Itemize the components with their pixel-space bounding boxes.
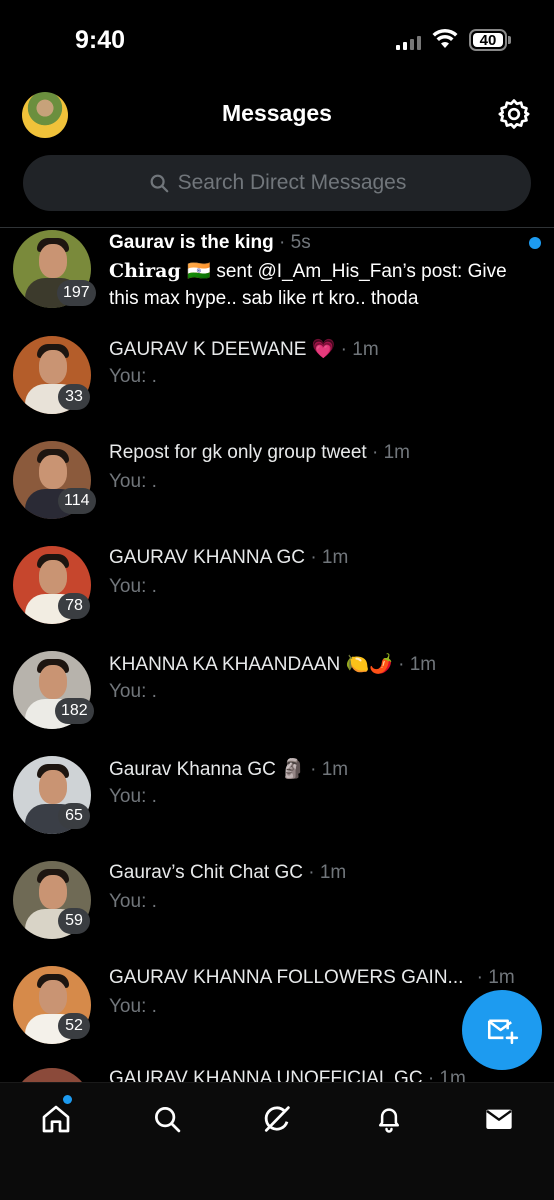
- member-count-badge: 65: [58, 803, 90, 829]
- conversation-name: Gaurav is the king: [109, 232, 274, 253]
- conversation-time: · 1m: [427, 1068, 466, 1082]
- avatar-face: [39, 350, 67, 384]
- cellular-signal-icon: [396, 34, 421, 50]
- nav-home[interactable]: [38, 1101, 74, 1137]
- conversation-name: Repost for gk only group tweet: [109, 442, 367, 463]
- conversation-time: · 1m: [340, 339, 379, 360]
- conversation-title: Gaurav’s Chit Chat GC · 1m: [109, 862, 346, 884]
- member-count-badge: 182: [55, 698, 94, 724]
- avatar-face: [39, 665, 67, 699]
- battery-nub: [508, 36, 511, 44]
- nav-grok[interactable]: [259, 1101, 295, 1137]
- conversation-row[interactable]: 197 Gaurav is the king · 5s Chirag 🇮🇳 se…: [0, 228, 554, 332]
- conversation-row[interactable]: 182 KHANNA KA KHAANDAAN 🍋🌶️ · 1m You: .: [0, 648, 554, 753]
- new-message-button[interactable]: [462, 990, 542, 1070]
- bottom-nav: [0, 1082, 554, 1200]
- avatar-face: [39, 244, 67, 278]
- nav-messages[interactable]: [481, 1101, 517, 1137]
- message-preview: You: .: [109, 996, 157, 1017]
- grok-icon: [264, 1106, 290, 1132]
- conversation-title: GAURAV KHANNA FOLLOWERS GAIN... · 1m: [109, 967, 515, 989]
- conversation-time: · 1m: [476, 967, 515, 988]
- home-icon: [42, 1105, 70, 1133]
- message-preview: You: .: [109, 891, 157, 912]
- member-count-badge: 197: [57, 280, 96, 306]
- search-icon: [150, 174, 168, 193]
- conversation-time: · 1m: [371, 442, 410, 463]
- conversation-row[interactable]: 114 Repost for gk only group tweet · 1m …: [0, 438, 554, 543]
- avatar-face: [39, 875, 67, 909]
- avatar-face: [39, 560, 67, 594]
- conversation-name: GAURAV KHANNA GC: [109, 547, 306, 568]
- status-time: 9:40: [75, 26, 126, 54]
- conversation-title: GAURAV KHANNA UNOFFICIAL GC · 1m: [109, 1068, 466, 1082]
- conversation-time: · 1m: [310, 547, 349, 568]
- member-count-badge: 78: [58, 593, 90, 619]
- status-bar: 9:40 40: [0, 0, 554, 84]
- conversation-name: Gaurav’s Chit Chat GC: [109, 862, 303, 883]
- conversation-name: GAURAV K DEEWANE 💗: [109, 339, 336, 360]
- conversation-time: · 1m: [398, 654, 437, 675]
- compose-message-icon: [487, 1019, 519, 1045]
- conversation-title: GAURAV K DEEWANE 💗 · 1m: [109, 337, 379, 361]
- message-sender: Chirag 🇮🇳: [109, 260, 212, 282]
- conversation-time: · 1m: [310, 759, 349, 780]
- nav-search[interactable]: [149, 1101, 185, 1137]
- conversation-name: Gaurav Khanna GC 🗿: [109, 759, 305, 780]
- conversation-time: · 1m: [308, 862, 347, 883]
- avatar-face: [39, 770, 67, 804]
- wifi-icon: [432, 28, 458, 48]
- home-notification-dot: [63, 1095, 72, 1104]
- member-count-badge: 59: [58, 908, 90, 934]
- conversation-row[interactable]: 78 GAURAV KHANNA GC · 1m You: .: [0, 543, 554, 648]
- conversation-row[interactable]: 59 Gaurav’s Chit Chat GC · 1m You: .: [0, 858, 554, 963]
- battery-icon: 40: [469, 29, 507, 51]
- avatar-face: [39, 455, 67, 489]
- conversation-name: GAURAV KHANNA UNOFFICIAL GC: [109, 1068, 423, 1082]
- conversation-row[interactable]: 65 Gaurav Khanna GC 🗿 · 1m You: .: [0, 753, 554, 858]
- search-placeholder: Search Direct Messages: [177, 171, 407, 194]
- bell-icon: [379, 1108, 399, 1133]
- conversation-name: KHANNA KA KHAANDAAN 🍋🌶️: [109, 654, 393, 675]
- message-preview: You: .: [109, 786, 157, 807]
- member-count-badge: 52: [58, 1013, 90, 1039]
- conversation-row[interactable]: 33 GAURAV K DEEWANE 💗 · 1m You: .: [0, 333, 554, 438]
- search-input[interactable]: Search Direct Messages: [23, 155, 531, 211]
- conversation-row[interactable]: GAURAV KHANNA UNOFFICIAL GC · 1m: [0, 1066, 554, 1082]
- member-count-badge: 33: [58, 384, 90, 410]
- message-preview: You: .: [109, 366, 157, 387]
- page-title: Messages: [222, 100, 332, 126]
- conversation-time: · 5s: [279, 232, 311, 253]
- settings-gear-icon[interactable]: [497, 97, 531, 131]
- unread-indicator: [529, 237, 541, 249]
- conversation-title: Gaurav is the king · 5s: [109, 232, 311, 254]
- nav-notifications[interactable]: [371, 1101, 407, 1137]
- avatar-face: [39, 980, 67, 1014]
- conversation-title: Repost for gk only group tweet · 1m: [109, 442, 410, 464]
- message-preview: You: .: [109, 471, 157, 492]
- message-preview: Chirag 🇮🇳 sent @I_Am_His_Fan’s post: Giv…: [109, 258, 529, 312]
- conversation-title: GAURAV KHANNA GC · 1m: [109, 547, 348, 569]
- message-preview: You: .: [109, 576, 157, 597]
- search-icon: [155, 1107, 181, 1133]
- member-count-badge: 114: [58, 488, 96, 514]
- conversation-title: KHANNA KA KHAANDAAN 🍋🌶️ · 1m: [109, 652, 436, 676]
- avatar: [13, 1068, 91, 1082]
- message-preview: You: .: [109, 681, 157, 702]
- battery-level: 40: [473, 32, 503, 49]
- conversation-title: Gaurav Khanna GC 🗿 · 1m: [109, 757, 348, 781]
- header: Messages: [0, 84, 554, 148]
- conversation-name: GAURAV KHANNA FOLLOWERS GAIN...: [109, 967, 464, 988]
- envelope-icon: [486, 1109, 512, 1129]
